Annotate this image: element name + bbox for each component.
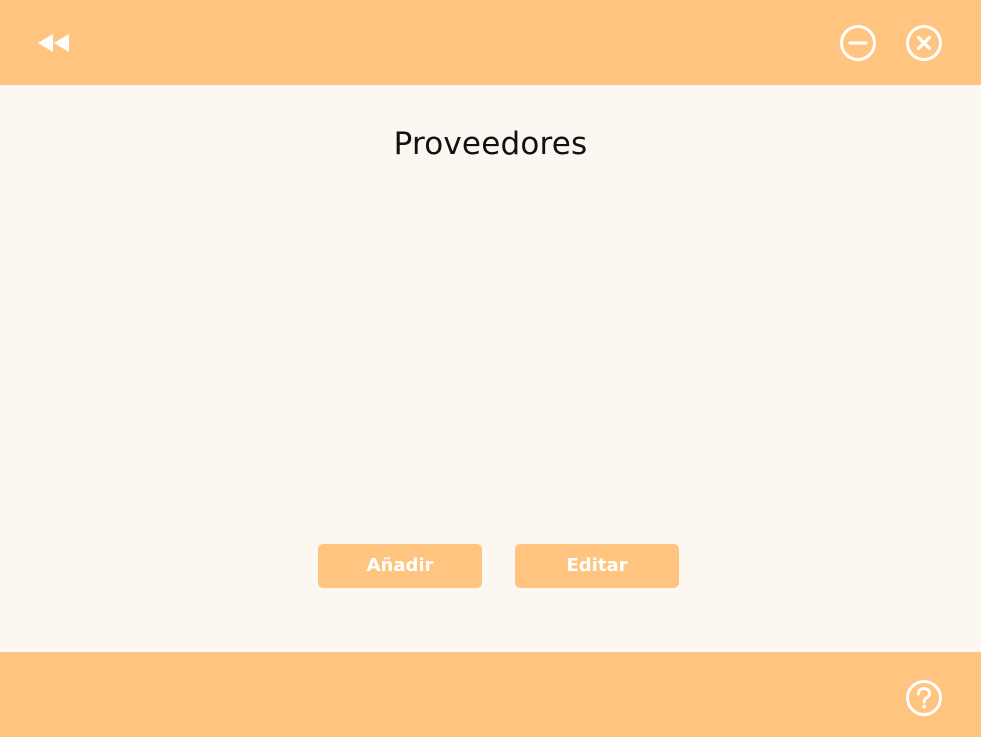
help-button[interactable] — [905, 679, 943, 717]
help-circle-icon — [906, 680, 942, 716]
close-button[interactable] — [905, 24, 943, 62]
app-window: Proveedores Añadir Editar — [0, 0, 981, 737]
minimize-circle-icon — [840, 25, 876, 61]
minimize-button[interactable] — [839, 24, 877, 62]
page-title: Proveedores — [393, 126, 588, 162]
edit-button[interactable]: Editar — [515, 544, 679, 588]
close-circle-icon — [906, 25, 942, 61]
footer-bar — [0, 652, 981, 737]
add-button[interactable]: Añadir — [318, 544, 482, 588]
back-button[interactable] — [34, 27, 74, 59]
header-bar — [0, 0, 981, 85]
rewind-icon — [38, 34, 69, 52]
